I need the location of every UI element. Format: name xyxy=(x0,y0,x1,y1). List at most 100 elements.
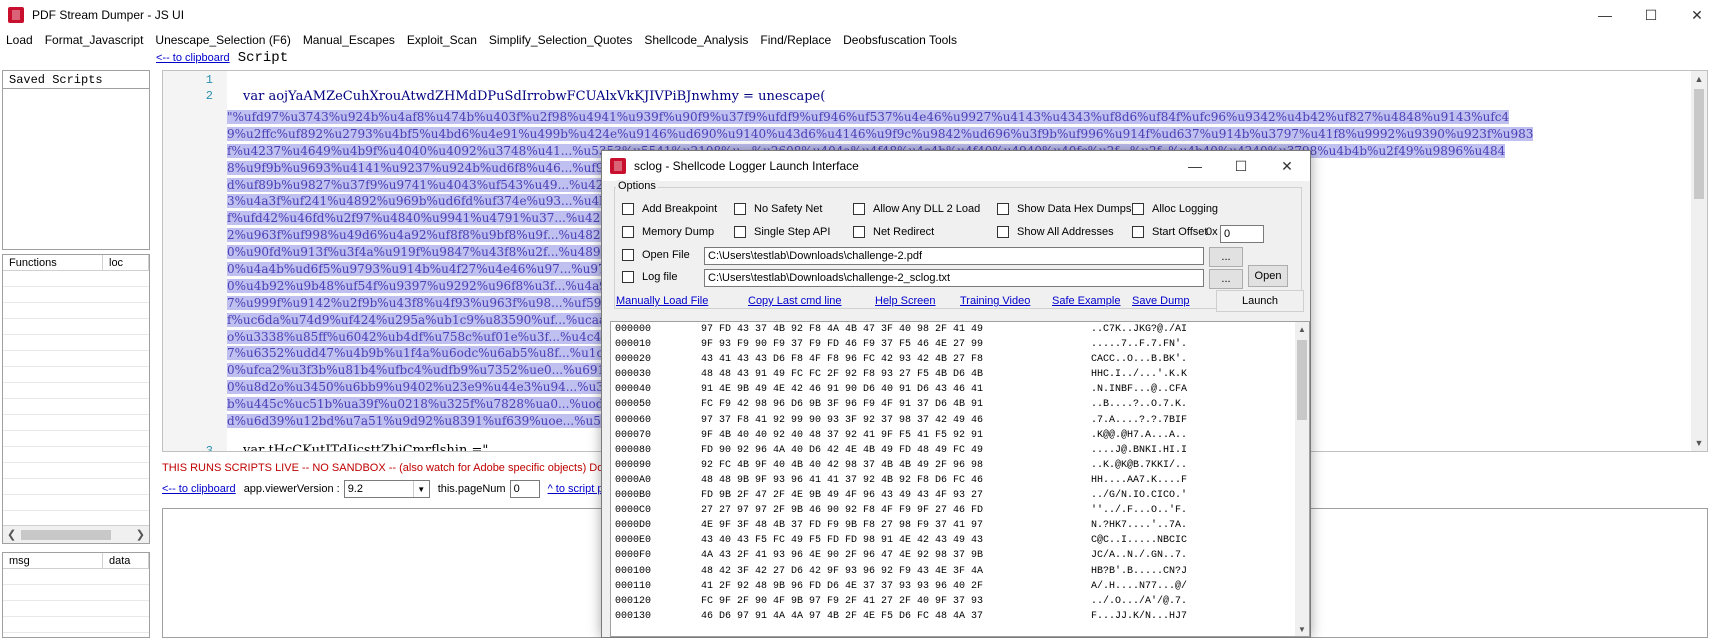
checkbox-box[interactable] xyxy=(622,203,634,215)
browse-log-file-button[interactable]: ... xyxy=(1209,269,1243,289)
alloc-logging-checkbox[interactable]: Alloc Logging xyxy=(1132,203,1218,215)
menu-format-javascript[interactable]: Format_Javascript xyxy=(39,33,150,47)
checkbox-box[interactable] xyxy=(853,226,865,238)
code-line-3: var tHcCKutJTdIjcsttZhiCmrflshin =" xyxy=(243,443,489,452)
hex-ascii: ..C7K..JKG?@./AI xyxy=(1091,324,1188,335)
minimize-icon[interactable]: — xyxy=(1582,0,1628,30)
menu-unescape-selection[interactable]: Unescape_Selection (F6) xyxy=(149,33,296,47)
start-offset-checkbox[interactable]: Start Offset xyxy=(1132,226,1207,238)
training-video-link[interactable]: Training Video xyxy=(960,295,1030,307)
menu-exploit-scan[interactable]: Exploit_Scan xyxy=(401,33,483,47)
hex-row: 000020 43 41 43 43 D6 F8 4F F8 96 FC 42 9… xyxy=(611,352,1309,367)
msg-column-header[interactable]: msg xyxy=(3,553,103,568)
scroll-up-icon[interactable]: ▲ xyxy=(1691,71,1707,87)
checkbox-box[interactable] xyxy=(734,226,746,238)
to-clipboard-link-2[interactable]: <-- to clipboard xyxy=(162,483,236,495)
maximize-icon[interactable]: ☐ xyxy=(1628,0,1674,30)
hex-dump-view[interactable]: 000000 97 FD 43 37 4B 92 F8 4A 4B 47 3F 4… xyxy=(610,321,1310,637)
open-file-checkbox[interactable]: Open File xyxy=(622,249,690,261)
checkbox-box[interactable] xyxy=(853,203,865,215)
copy-last-cmd-link[interactable]: Copy Last cmd line xyxy=(748,295,842,307)
open-button[interactable]: Open xyxy=(1248,265,1288,287)
hex-bytes: 4E 9F 3F 48 4B 37 FD F9 9B F8 27 98 F9 3… xyxy=(701,520,984,532)
checkbox-box[interactable] xyxy=(1132,203,1144,215)
hex-row: 0000E0 43 40 43 F5 FC 49 F5 FD FD 98 91 4… xyxy=(611,533,1309,548)
add-breakpoint-checkbox[interactable]: Add Breakpoint xyxy=(622,203,717,215)
hex-bytes: 41 2F 92 48 9B 96 FD D6 4E 37 37 93 93 9… xyxy=(701,580,984,592)
checkbox-box[interactable] xyxy=(997,203,1009,215)
hex-ascii: ..B....?..O.7.K. xyxy=(1091,399,1188,411)
safe-example-link[interactable]: Safe Example xyxy=(1052,295,1120,307)
log-file-checkbox[interactable]: Log file xyxy=(622,271,677,283)
show-data-hex-checkbox[interactable]: Show Data Hex Dumps xyxy=(997,203,1131,215)
show-all-addresses-checkbox[interactable]: Show All Addresses xyxy=(997,226,1114,238)
messages-list[interactable]: msg data xyxy=(2,552,150,638)
save-dump-link[interactable]: Save Dump xyxy=(1132,295,1189,307)
scroll-left-icon[interactable]: ❮ xyxy=(7,528,16,541)
memory-dump-checkbox[interactable]: Memory Dump xyxy=(622,226,714,238)
selected-code-text: 9%u2ffc%uf892%u2793%u4bf5%u4bd6%u4e91%u4… xyxy=(227,126,1534,141)
no-safety-net-checkbox[interactable]: No Safety Net xyxy=(734,203,822,215)
hex-ascii: HHC.I../...'.K.K xyxy=(1091,369,1188,381)
allow-any-dll-checkbox[interactable]: Allow Any DLL 2 Load xyxy=(853,203,980,215)
help-screen-link[interactable]: Help Screen xyxy=(875,295,936,307)
open-file-path-input[interactable]: C:\Users\testlab\Downloads\challenge-2.p… xyxy=(704,247,1204,265)
checkbox-box[interactable] xyxy=(997,226,1009,238)
checkbox-box[interactable] xyxy=(622,271,634,283)
sandbox-warning: THIS RUNS SCRIPTS LIVE -- NO SANDBOX -- … xyxy=(162,462,604,474)
hex-offset: 000010 xyxy=(615,339,652,351)
hex-offset: 000080 xyxy=(615,444,652,456)
menu-simplify-quotes[interactable]: Simplify_Selection_Quotes xyxy=(483,33,638,47)
close-icon[interactable]: ✕ xyxy=(1674,0,1720,30)
manually-load-file-link[interactable]: Manually Load File xyxy=(616,295,708,307)
to-clipboard-link[interactable]: <-- to clipboard xyxy=(156,52,230,64)
menu-deobfuscation-tools[interactable]: Deobsfuscation Tools xyxy=(837,33,963,47)
launch-button[interactable]: Launch xyxy=(1216,290,1304,312)
checkbox-box[interactable] xyxy=(734,203,746,215)
hex-offset: 0000F0 xyxy=(615,550,652,562)
pagenum-label: this.pageNum xyxy=(437,483,506,495)
menu-find-replace[interactable]: Find/Replace xyxy=(754,33,837,47)
net-redirect-checkbox[interactable]: Net Redirect xyxy=(853,226,934,238)
browse-open-file-button[interactable]: ... xyxy=(1209,247,1243,267)
minimize-icon[interactable]: — xyxy=(1172,151,1218,181)
hex-offset: 000130 xyxy=(615,610,652,622)
scroll-down-icon[interactable]: ▼ xyxy=(1691,435,1707,451)
scroll-thumb[interactable] xyxy=(1694,89,1704,199)
scroll-thumb[interactable] xyxy=(21,530,111,540)
single-step-checkbox[interactable]: Single Step API xyxy=(734,226,830,238)
hex-bytes: 27 27 97 97 2F 9B 46 90 92 F8 4F F9 9F 2… xyxy=(701,505,984,517)
scroll-right-icon[interactable]: ❯ xyxy=(136,528,145,541)
hex-ascii: .N.INBF...@..CFA xyxy=(1091,384,1188,396)
saved-scripts-list[interactable]: Saved Scripts xyxy=(2,70,150,250)
scroll-thumb[interactable] xyxy=(1297,340,1307,420)
scroll-up-icon[interactable]: ▲ xyxy=(1295,322,1309,336)
functions-hscrollbar[interactable]: ❮ ❯ xyxy=(3,525,149,543)
menu-load[interactable]: Load xyxy=(0,33,39,47)
close-icon[interactable]: ✕ xyxy=(1264,151,1310,181)
log-file-path-input[interactable]: C:\Users\testlab\Downloads\challenge-2_s… xyxy=(704,269,1204,287)
hex-vscrollbar[interactable]: ▲ ▼ xyxy=(1295,322,1309,636)
pagenum-input[interactable]: 0 xyxy=(509,480,540,498)
loc-column-header[interactable]: loc xyxy=(103,255,149,270)
hex-bytes: 48 48 9B 9F 93 96 41 41 37 92 4B 92 F8 D… xyxy=(701,474,984,486)
line-number-gutter: 1 2 3 xyxy=(163,71,227,451)
checkbox-box[interactable] xyxy=(1132,226,1144,238)
functions-column-header[interactable]: Functions xyxy=(3,255,103,270)
chevron-down-icon[interactable]: ▼ xyxy=(412,481,429,497)
pdf-app-icon xyxy=(8,7,24,23)
hex-row: 000120 FC 9F 2F 90 4F 9B 97 F9 2F 41 27 2… xyxy=(611,594,1309,609)
maximize-icon[interactable]: ☐ xyxy=(1218,151,1264,181)
menu-manual-escapes[interactable]: Manual_Escapes xyxy=(297,33,401,47)
functions-list[interactable]: Functions loc ❮ ❯ xyxy=(2,254,150,544)
to-script-link[interactable]: ^ to script p xyxy=(548,483,604,495)
menu-shellcode-analysis[interactable]: Shellcode_Analysis xyxy=(638,33,754,47)
viewer-version-select[interactable]: 9.2 ▼ xyxy=(343,480,430,498)
editor-vscrollbar[interactable]: ▲ ▼ xyxy=(1691,71,1707,451)
checkbox-box[interactable] xyxy=(622,249,634,261)
start-offset-input[interactable]: 0 xyxy=(1220,225,1264,243)
scroll-down-icon[interactable]: ▼ xyxy=(1295,622,1309,636)
checkbox-box[interactable] xyxy=(622,226,634,238)
data-column-header[interactable]: data xyxy=(103,553,149,568)
hex-offset: 000120 xyxy=(615,595,652,607)
